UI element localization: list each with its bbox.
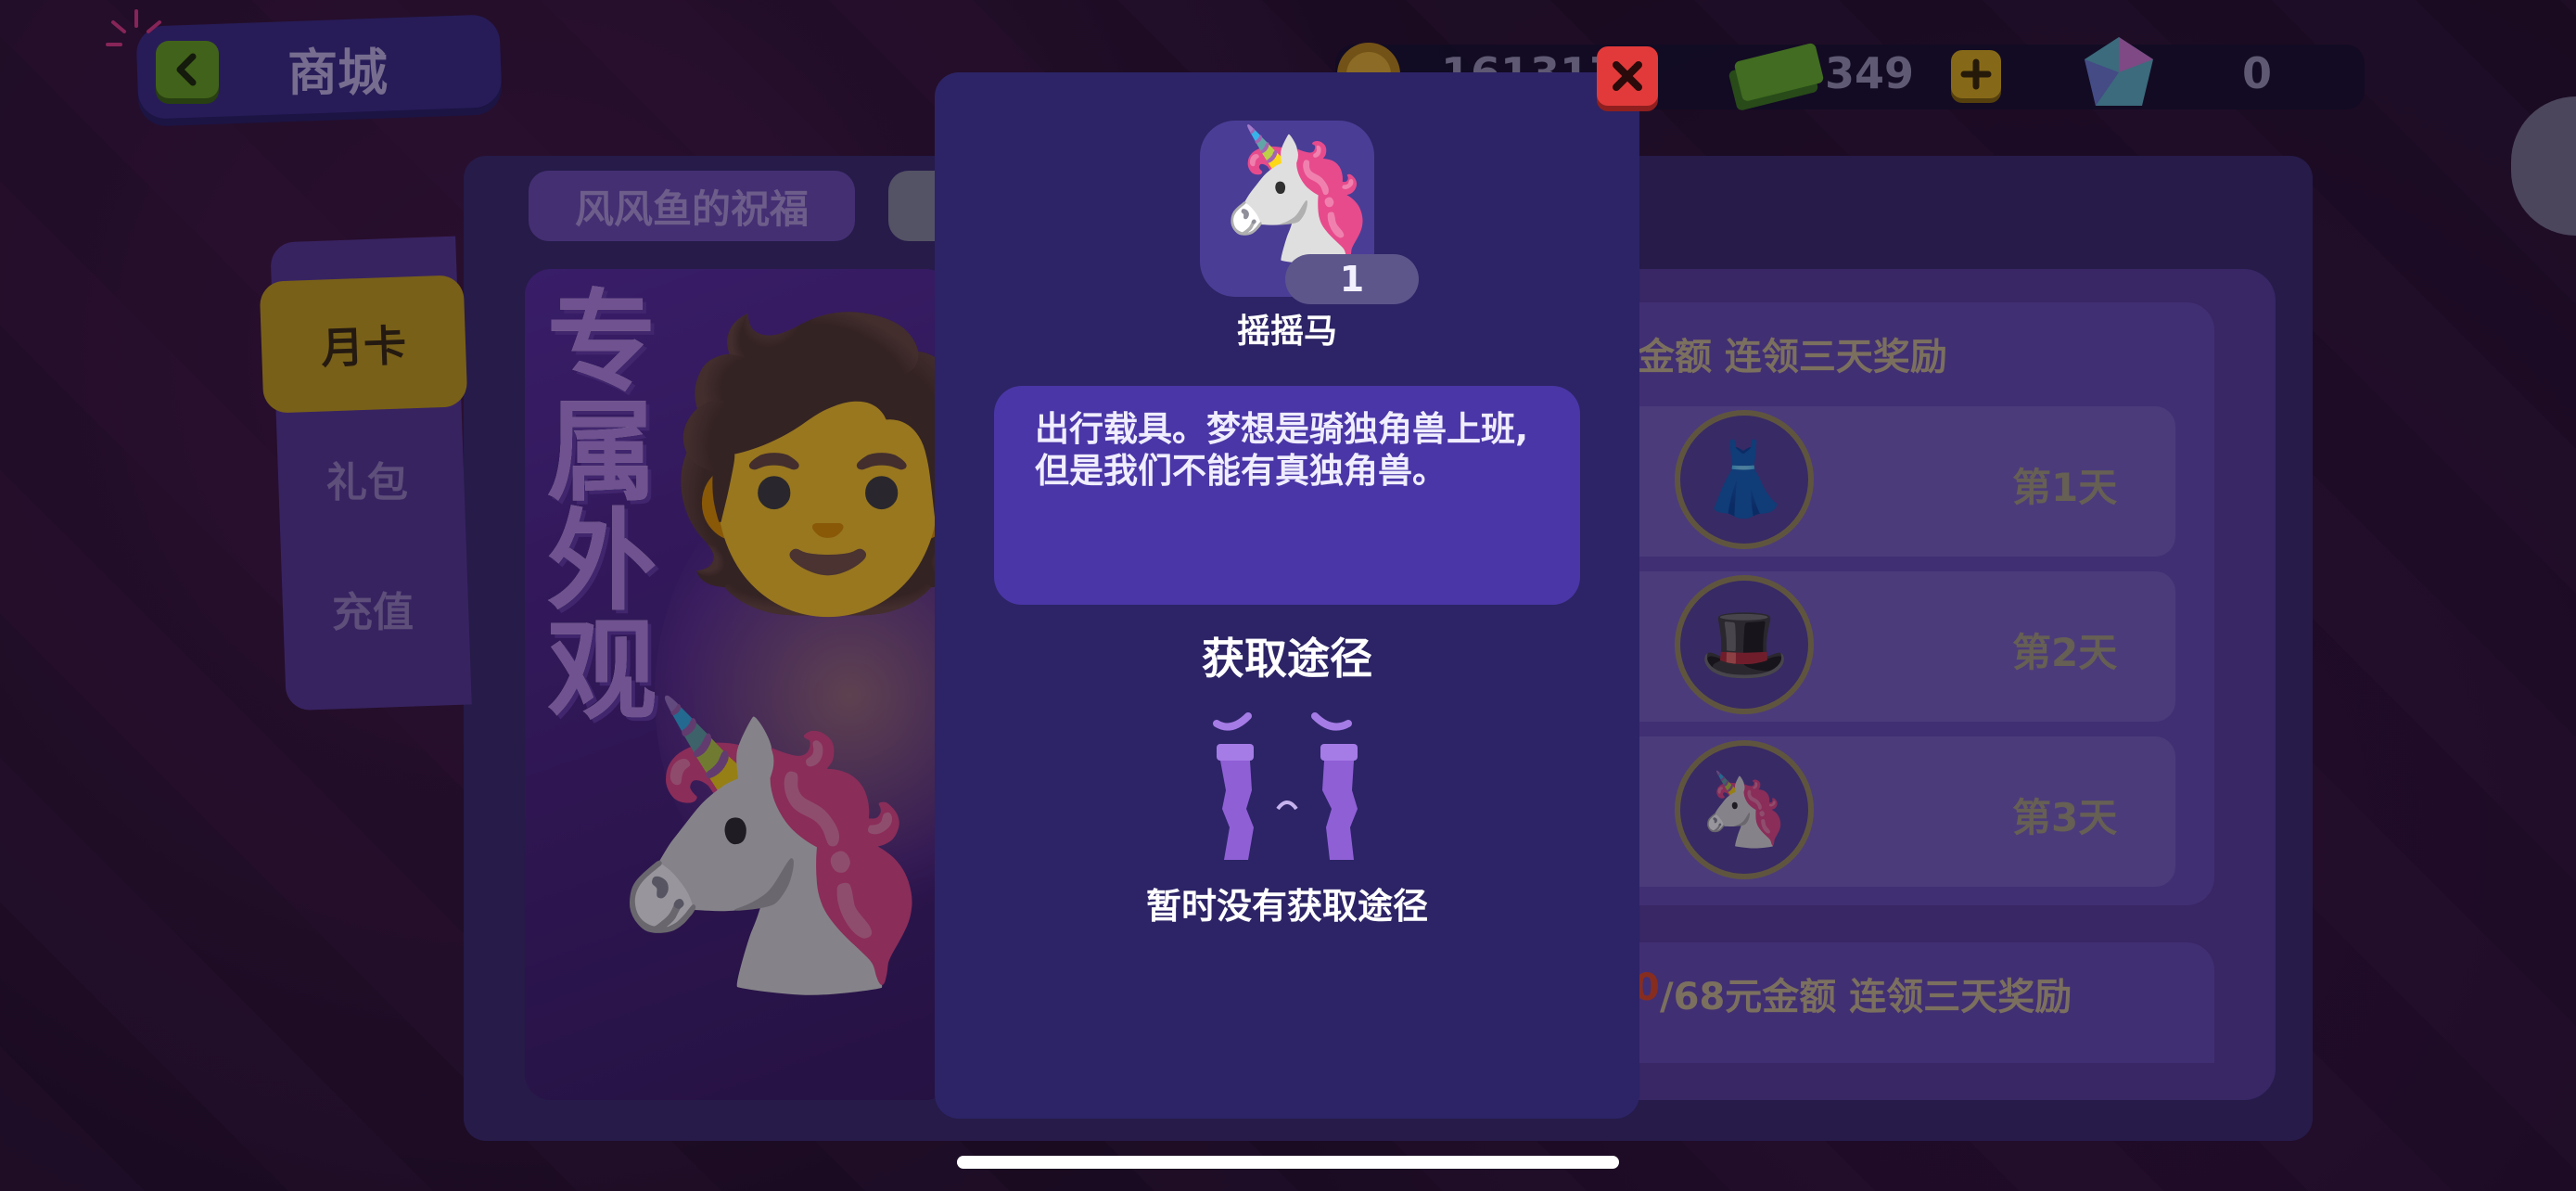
- item-description: 出行载具。梦想是骑独角兽上班,但是我们不能有真独角兽。: [1035, 409, 1529, 492]
- item-name: 摇摇马: [1236, 313, 1337, 351]
- item-quantity: 1: [1285, 254, 1419, 304]
- crying-face-icon: [1213, 712, 1358, 860]
- close-icon: [1613, 61, 1642, 91]
- close-button[interactable]: [1597, 46, 1658, 106]
- home-indicator[interactable]: [957, 1156, 1619, 1169]
- source-title: 获取途径: [1202, 634, 1372, 684]
- empty-source-text: 暂时没有获取途径: [1145, 886, 1428, 927]
- rocking-horse-icon: 🦄: [1217, 119, 1379, 270]
